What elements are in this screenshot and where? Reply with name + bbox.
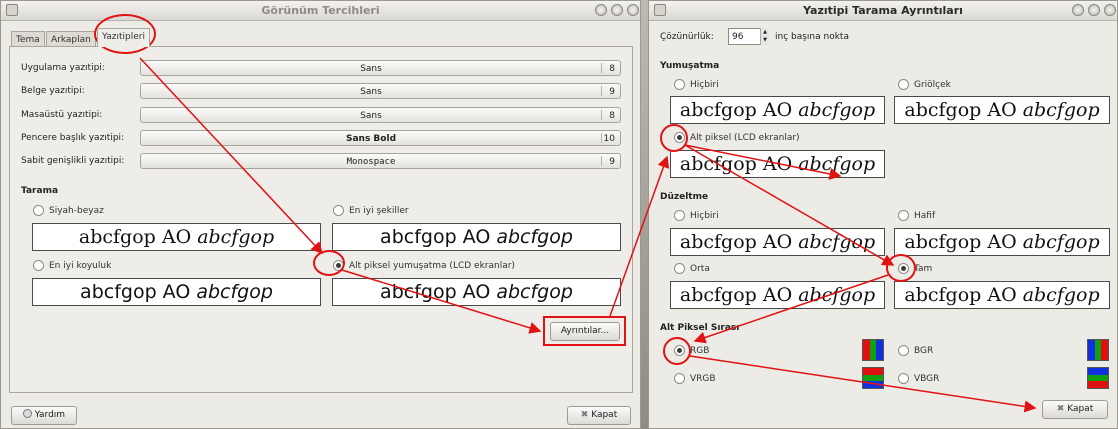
- smoothing-subpixel-label: Alt piksel (LCD ekranlar): [690, 133, 800, 143]
- desktop-gap: [641, 0, 648, 429]
- appearance-preferences-window: Görünüm Tercihleri Tema Arkaplan Yazıtip…: [0, 0, 641, 429]
- smoothing-subpixel-sample: abcfgop AO abcfgop: [670, 150, 885, 178]
- close-x-icon: ✖: [580, 410, 589, 420]
- order-vbgr-radio[interactable]: [898, 373, 909, 384]
- monochrome-label: Siyah-beyaz: [49, 206, 104, 216]
- hinting-slight-sample: abcfgop AO abcfgop: [894, 228, 1110, 256]
- hinting-slight-label: Hafif: [914, 211, 936, 221]
- window-title: Yazıtipi Tarama Ayrıntıları: [803, 4, 963, 17]
- font-size: 9: [609, 87, 615, 97]
- resolution-spin-icon[interactable]: ▲ ▼: [760, 28, 769, 45]
- minimize-icon[interactable]: [595, 4, 607, 16]
- title-bar: Yazıtipi Tarama Ayrıntıları: [649, 1, 1117, 21]
- annotation-circle: [660, 124, 688, 152]
- tab-theme[interactable]: Tema: [11, 31, 45, 47]
- hinting-medium-radio[interactable]: [674, 263, 685, 274]
- fixed-width-font-label: Sabit genişlikli yazıtipi:: [21, 156, 125, 166]
- order-vrgb-radio[interactable]: [674, 373, 685, 384]
- document-font-button[interactable]: Sans 9: [140, 83, 621, 99]
- fixed-width-font-button[interactable]: Monospace 9: [140, 153, 621, 169]
- close-button[interactable]: ✖ Kapat: [567, 406, 631, 425]
- smoothing-grayscale-sample: abcfgop AO abcfgop: [894, 96, 1110, 124]
- resolution-unit: inç başına nokta: [775, 32, 849, 42]
- vbgr-swatch-icon: [1087, 367, 1109, 389]
- order-bgr-label: BGR: [914, 346, 934, 356]
- document-font-label: Belge yazıtipi:: [21, 86, 85, 96]
- application-font-button[interactable]: Sans 8: [140, 60, 621, 76]
- hinting-medium-label: Orta: [690, 264, 710, 274]
- smoothing-grayscale-label: Griölçek: [914, 80, 951, 90]
- best-contrast-radio[interactable]: [33, 260, 44, 271]
- window-title: Görünüm Tercihleri: [261, 4, 380, 17]
- close-icon[interactable]: [1104, 4, 1116, 16]
- hinting-section-title: Düzeltme: [660, 192, 709, 202]
- order-bgr-radio[interactable]: [898, 345, 909, 356]
- smoothing-none-radio[interactable]: [674, 79, 685, 90]
- help-button[interactable]: Yardım: [11, 406, 77, 425]
- smoothing-none-label: Hiçbiri: [690, 80, 719, 90]
- subpixel-smoothing-sample: abcfgop AO abcfgop: [332, 278, 621, 306]
- font-name: Monospace: [346, 157, 396, 167]
- maximize-icon[interactable]: [611, 4, 623, 16]
- hinting-none-sample: abcfgop AO abcfgop: [670, 228, 885, 256]
- font-name: Sans: [360, 64, 382, 74]
- order-rgb-label: RGB: [690, 346, 710, 356]
- desktop-font-button[interactable]: Sans 8: [140, 107, 621, 123]
- annotation-circle: [886, 254, 916, 282]
- smoothing-none-sample: abcfgop AO abcfgop: [670, 96, 885, 124]
- hinting-full-sample: abcfgop AO abcfgop: [894, 281, 1110, 309]
- window-title-font-button[interactable]: Sans Bold 10: [140, 130, 621, 146]
- font-size: 10: [603, 134, 615, 144]
- help-icon: [22, 409, 32, 418]
- hinting-slight-radio[interactable]: [898, 210, 909, 221]
- maximize-icon[interactable]: [1088, 4, 1100, 16]
- window-title-font-label: Pencere başlık yazıtipi:: [21, 133, 125, 143]
- annotation-circle: [663, 337, 691, 365]
- close-x-icon: ✖: [1056, 404, 1065, 414]
- vrgb-swatch-icon: [862, 367, 884, 389]
- best-shapes-label: En iyi şekiller: [349, 206, 409, 216]
- smoothing-section-title: Yumuşatma: [660, 61, 720, 71]
- font-name: Sans: [360, 87, 382, 97]
- bgr-swatch-icon: [1087, 339, 1109, 361]
- order-vrgb-label: VRGB: [690, 374, 716, 384]
- monochrome-radio[interactable]: [33, 205, 44, 216]
- annotation-box: [543, 316, 626, 346]
- font-size: 8: [609, 111, 615, 121]
- order-vbgr-label: VBGR: [914, 374, 940, 384]
- font-name: Sans: [360, 111, 382, 121]
- title-bar: Görünüm Tercihleri: [1, 1, 640, 21]
- font-size: 8: [609, 64, 615, 74]
- best-contrast-label: En iyi koyuluk: [49, 261, 112, 271]
- resolution-label: Çözünürlük:: [660, 32, 714, 42]
- details-close-button[interactable]: ✖ Kapat: [1042, 400, 1108, 419]
- best-contrast-sample: abcfgop AO abcfgop: [32, 278, 321, 306]
- annotation-circle: [313, 250, 345, 276]
- smoothing-grayscale-radio[interactable]: [898, 79, 909, 90]
- rendering-section-title: Tarama: [21, 186, 59, 196]
- monochrome-sample: abcfgop AO abcfgop: [32, 223, 321, 251]
- subpixel-order-section-title: Alt Piksel Sırası: [660, 323, 740, 333]
- application-font-label: Uygulama yazıtipi:: [21, 63, 105, 73]
- minimize-icon[interactable]: [1072, 4, 1084, 16]
- best-shapes-radio[interactable]: [333, 205, 344, 216]
- hinting-medium-sample: abcfgop AO abcfgop: [670, 281, 885, 309]
- tab-fonts[interactable]: Yazıtipleri: [97, 28, 150, 47]
- subpixel-smoothing-label: Alt piksel yumuşatma (LCD ekranlar): [349, 261, 515, 271]
- font-name: Sans Bold: [345, 134, 397, 144]
- close-icon[interactable]: [627, 4, 639, 16]
- hinting-none-radio[interactable]: [674, 210, 685, 221]
- rgb-swatch-icon: [862, 339, 884, 361]
- tab-background[interactable]: Arkaplan: [46, 31, 96, 47]
- font-size: 9: [609, 157, 615, 167]
- desktop-font-label: Masaüstü yazıtipi:: [21, 110, 103, 120]
- hinting-full-label: Tam: [914, 264, 933, 274]
- best-shapes-sample: abcfgop AO abcfgop: [332, 223, 621, 251]
- hinting-none-label: Hiçbiri: [690, 211, 719, 221]
